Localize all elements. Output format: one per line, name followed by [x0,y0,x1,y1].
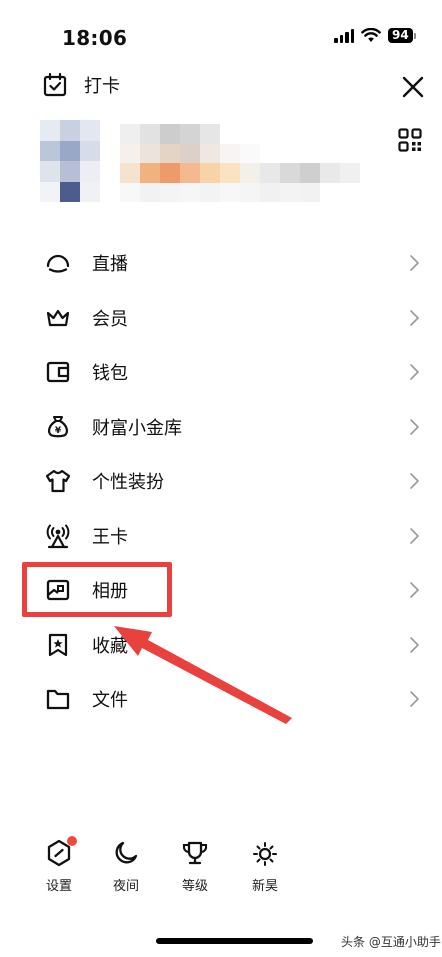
drawer-menu: 直播 会员 钱包 ¥ 财富小金库 个性装扮 王卡 相册 收藏 文件 [0,236,442,727]
weather-button[interactable]: 新昊 [240,838,290,894]
bookmark-star-icon [44,631,72,659]
watermark: 头条 @互通小助手 [341,935,441,949]
menu-item-files[interactable]: 文件 [0,672,442,727]
photo-album-icon [44,576,72,604]
folder-icon [44,685,72,713]
money-bag-icon: ¥ [44,413,72,441]
profile-card[interactable] [0,118,442,208]
wifi-icon [361,28,381,42]
menu-item-wealth[interactable]: ¥ 财富小金库 [0,400,442,455]
cellular-signal-icon [334,28,354,43]
bottom-label: 新昊 [251,879,278,894]
trophy-icon [180,838,210,868]
home-indicator[interactable] [156,938,313,944]
chevron-right-icon [410,473,419,490]
close-icon[interactable] [400,74,426,100]
menu-item-favorites[interactable]: 收藏 [0,618,442,673]
menu-item-wallet[interactable]: 钱包 [0,345,442,400]
menu-item-live[interactable]: 直播 [0,236,442,291]
menu-label: 会员 [92,308,128,330]
bottom-label: 设置 [45,879,72,894]
chevron-right-icon [410,691,419,708]
sun-icon [250,838,280,868]
checkin-label: 打卡 [84,76,120,97]
calendar-check-icon [43,72,67,97]
menu-item-album[interactable]: 相册 [0,563,442,618]
bottom-label: 等级 [181,879,208,894]
status-bar: 18:06 94 [0,0,442,70]
settings-button[interactable]: 设置 [34,836,84,894]
menu-item-wangka[interactable]: 王卡 [0,509,442,564]
antenna-icon [44,522,72,550]
night-mode-button[interactable]: 夜间 [101,838,151,894]
menu-label: 直播 [92,254,128,276]
menu-item-personalize[interactable]: 个性装扮 [0,454,442,509]
chevron-right-icon [410,527,419,544]
svg-text:¥: ¥ [55,426,62,436]
chevron-right-icon [410,418,419,435]
chevron-right-icon [410,309,419,326]
menu-label: 个性装扮 [92,472,164,494]
battery-indicator: 94 [388,28,416,43]
menu-label: 相册 [92,581,128,603]
menu-label: 王卡 [92,526,128,548]
chevron-right-icon [410,636,419,653]
tshirt-icon [44,467,72,495]
menu-label: 文件 [92,690,128,712]
menu-item-membership[interactable]: 会员 [0,291,442,346]
drawer-header: 打卡 [0,68,442,108]
level-button[interactable]: 等级 [170,838,220,894]
menu-label: 钱包 [92,363,128,385]
status-time: 18:06 [62,26,128,50]
battery-level: 94 [388,28,413,43]
settings-icon [44,836,77,868]
status-indicators: 94 [334,28,416,43]
live-icon [44,249,72,277]
chevron-right-icon [410,364,419,381]
checkin-button[interactable]: 打卡 [42,72,120,98]
chevron-right-icon [410,255,419,272]
moon-icon [111,838,141,868]
crown-icon [44,304,72,332]
menu-label: 财富小金库 [92,417,182,439]
notification-badge [67,836,77,846]
wallet-icon [44,358,72,386]
avatar[interactable] [40,120,100,202]
user-info [120,124,360,202]
chevron-right-icon [410,582,419,599]
menu-label: 收藏 [92,635,128,657]
bottom-label: 夜间 [112,879,139,894]
bottom-toolbar: 设置 夜间 等级 新昊 [0,836,442,898]
qr-code-icon[interactable] [398,128,422,152]
